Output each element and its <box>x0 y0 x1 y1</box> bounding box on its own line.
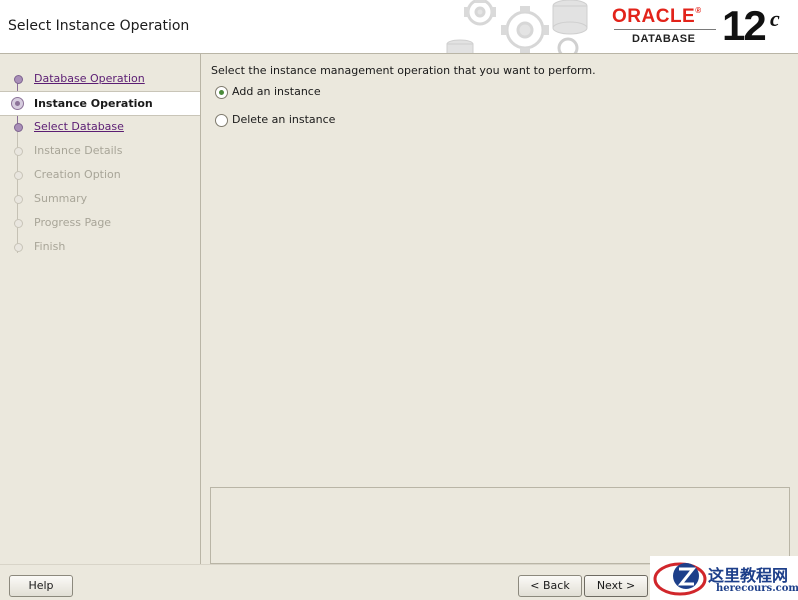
nav-step-summary: Summary <box>0 187 200 210</box>
step-current-icon <box>11 97 24 110</box>
watermark-url: herecours.com <box>716 583 798 594</box>
nav-step-progress-page: Progress Page <box>0 211 200 234</box>
watermark-logo-icon <box>653 562 707 596</box>
add-instance-radio[interactable] <box>215 86 228 99</box>
product-name: DATABASE <box>632 33 696 45</box>
header-bar: Select Instance Operation ORACLE® DATABA… <box>0 0 798 54</box>
nav-step-instance-operation: Instance Operation <box>0 91 200 116</box>
step-pending-icon <box>14 195 23 204</box>
site-watermark: 这里教程网 herecours.com <box>650 556 798 600</box>
version-suffix: c <box>770 6 780 31</box>
step-done-icon <box>14 123 23 132</box>
gears-database-art <box>446 0 588 53</box>
nav-step-select-database[interactable]: Select Database <box>0 115 200 138</box>
instruction-text: Select the instance management operation… <box>211 64 596 77</box>
page-title: Select Instance Operation <box>8 18 190 34</box>
nav-step-label: Summary <box>34 192 88 205</box>
delete-instance-label[interactable]: Delete an instance <box>232 113 335 126</box>
wizard-steps-nav: Database Operation Instance Operation Se… <box>0 54 201 564</box>
step-pending-icon <box>14 219 23 228</box>
nav-step-finish: Finish <box>0 235 200 258</box>
oracle-logo: ORACLE® DATABASE <box>612 6 722 48</box>
add-instance-label[interactable]: Add an instance <box>232 85 321 98</box>
step-pending-icon <box>14 147 23 156</box>
back-button[interactable]: < Back <box>518 575 582 597</box>
nav-step-label: Instance Details <box>34 144 123 157</box>
step-pending-icon <box>14 171 23 180</box>
oracle-wordmark: ORACLE® <box>612 6 702 27</box>
step-done-icon <box>14 75 23 84</box>
next-button[interactable]: Next > <box>584 575 648 597</box>
nav-step-label: Finish <box>34 240 66 253</box>
nav-step-label[interactable]: Select Database <box>34 120 124 133</box>
step-pending-icon <box>14 243 23 252</box>
nav-step-instance-details: Instance Details <box>0 139 200 162</box>
help-button[interactable]: Help <box>9 575 73 597</box>
nav-step-label: Creation Option <box>34 168 121 181</box>
nav-step-label: Instance Operation <box>34 97 153 110</box>
nav-step-label: Progress Page <box>34 216 112 229</box>
nav-step-creation-option: Creation Option <box>0 163 200 186</box>
details-panel <box>210 487 790 564</box>
nav-step-database-operation[interactable]: Database Operation <box>0 67 200 90</box>
main-content: Select the instance management operation… <box>201 54 798 564</box>
nav-step-label[interactable]: Database Operation <box>34 72 145 85</box>
logo-divider <box>614 29 716 30</box>
version-number: 12 <box>722 2 767 49</box>
delete-instance-radio[interactable] <box>215 114 228 127</box>
